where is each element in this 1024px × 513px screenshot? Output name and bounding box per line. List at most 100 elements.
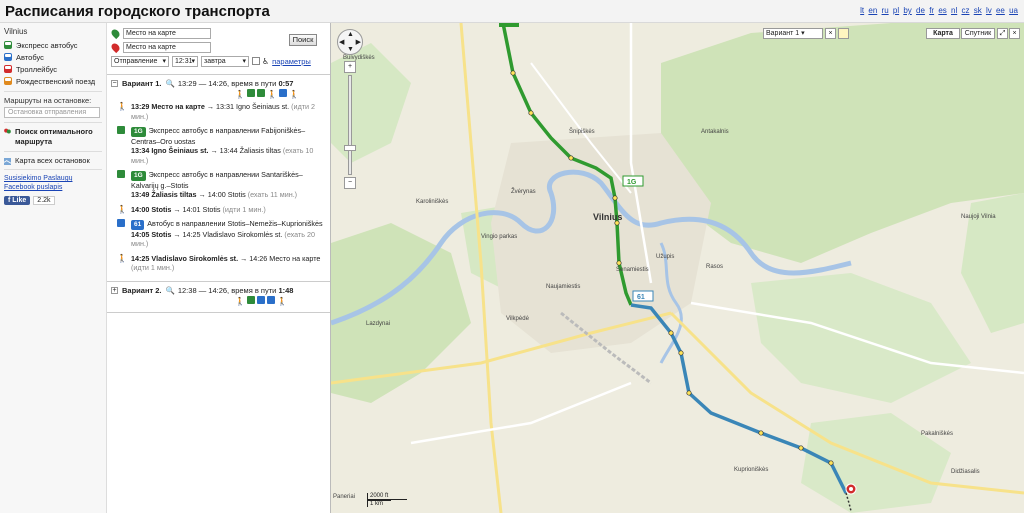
end-point-marker[interactable] (845, 483, 857, 495)
variant-name: Вариант 2. (122, 285, 162, 295)
lang-link[interactable]: de (916, 6, 925, 15)
trolleybus-icon (4, 65, 12, 73)
route-panel: Место на карте Место на карте Поиск Отпр… (107, 23, 331, 513)
zoom-slider[interactable] (348, 75, 352, 175)
lang-link[interactable]: es (938, 6, 946, 15)
mode-label: Автобус (16, 52, 44, 62)
lang-link[interactable]: ee (996, 6, 1005, 15)
close-icon[interactable]: × (1009, 28, 1020, 39)
stop-marker[interactable] (528, 110, 534, 116)
zoom-icon[interactable]: 🔍 (166, 286, 175, 295)
day-select[interactable]: завтра (201, 55, 249, 67)
map-type-button[interactable]: Карта (926, 28, 960, 39)
lang-link[interactable]: ua (1009, 6, 1018, 15)
all-stops-link[interactable]: Карта всех остановок (4, 156, 102, 165)
mode-trolleybus[interactable]: Троллейбус (4, 63, 102, 75)
zoom-out-button[interactable]: − (344, 177, 356, 189)
divider (4, 91, 102, 92)
city-name[interactable]: Vilnius (4, 27, 102, 36)
zoom-in-button[interactable]: + (344, 61, 356, 73)
stop-marker[interactable] (668, 330, 674, 336)
lang-link[interactable]: en (868, 6, 877, 15)
lang-link[interactable]: lv (986, 6, 992, 15)
map-label: Vilkpėdė (506, 316, 530, 322)
variant-select[interactable]: Вариант 1 ▾ (763, 28, 823, 39)
walk-icon: 🚶 (235, 90, 245, 99)
accessibility-checkbox[interactable] (252, 57, 260, 65)
lang-link[interactable]: pl (893, 6, 899, 15)
footer-link[interactable]: Susisiekimo Paslaugų (4, 174, 102, 183)
mode-christmas-train[interactable]: Рождественский поезд (4, 75, 102, 87)
all-stops-label: Карта всех остановок (15, 156, 90, 165)
mode-express-bus[interactable]: Экспресс автобус (4, 39, 102, 51)
pan-control[interactable]: ▲ ◀ ▶ ▼ (337, 29, 363, 55)
route-tag[interactable]: 61 (131, 220, 145, 230)
variant-summary: 13:29 — 14:26, время в пути (177, 79, 277, 88)
step-ride: 13:49 Žaliasis tiltas (131, 190, 197, 199)
search-form: Место на карте Место на карте Поиск Отпр… (107, 23, 330, 75)
route-61-bubble[interactable]: 61 (632, 290, 654, 302)
lang-link[interactable]: sk (974, 6, 982, 15)
step-ride: 13:34 Igno Šeiniaus st. (131, 146, 209, 155)
stop-marker[interactable] (568, 155, 574, 161)
footer-link[interactable]: Facebook puslapis (4, 183, 102, 192)
zoom-icon[interactable]: 🔍 (166, 79, 175, 88)
step-from: Vladislavo Sirokomlės st. (151, 253, 239, 263)
stop-marker[interactable] (828, 460, 834, 466)
stop-marker[interactable] (510, 70, 516, 76)
map-canvas[interactable]: 1G 61 Vilnius Šnipiškės Žvėrynas Karolin… (331, 23, 1024, 513)
zoom-slider-handle[interactable] (344, 145, 356, 151)
route-1g-bubble[interactable]: 1G (622, 175, 644, 187)
from-input[interactable]: Место на карте (123, 27, 211, 39)
step-body: 1G Экспресс автобус в направлении Fabijon… (131, 126, 326, 165)
variant-header[interactable]: + Вариант 2. 🔍 12:38 — 14:26, время в пу… (111, 285, 326, 296)
time-input[interactable]: 12:31 (172, 55, 198, 67)
stop-marker[interactable] (616, 260, 622, 266)
stop-marker[interactable] (612, 195, 618, 201)
to-input[interactable]: Место на карте (123, 41, 211, 53)
optimal-route-label: Поиск оптимального маршрута (15, 127, 93, 146)
like-label: Like (12, 197, 27, 204)
optimal-route-link[interactable]: Поиск оптимального маршрута (4, 127, 102, 147)
collapse-toggle[interactable]: − (111, 80, 118, 87)
map-label: Pakalniškės (921, 431, 953, 437)
scale-ft: 2000 ft (367, 493, 407, 500)
map-label: Naujoji Vilnia (961, 214, 996, 220)
params-link[interactable]: параметры (272, 57, 311, 66)
start-point-marker[interactable] (499, 23, 519, 27)
pan-left-icon[interactable]: ◀ (339, 38, 344, 46)
lang-link[interactable]: by (903, 6, 911, 15)
map-view[interactable]: 1G 61 Vilnius Šnipiškės Žvėrynas Karolin… (331, 23, 1024, 513)
stop-marker[interactable] (758, 430, 764, 436)
pan-up-icon[interactable]: ▲ (347, 31, 354, 38)
variant-header[interactable]: − Вариант 1. 🔍 13:29 — 14:26, время в пу… (111, 78, 326, 89)
lang-link[interactable]: ru (882, 6, 889, 15)
lang-link[interactable]: fr (929, 6, 934, 15)
start-pin-icon (109, 27, 122, 39)
pan-down-icon[interactable]: ▼ (347, 46, 354, 53)
expand-toggle[interactable]: + (111, 286, 118, 294)
step-body: 13:29 Место на карте → 13:31 Igno Šeinia… (131, 102, 326, 121)
stop-input[interactable]: Остановка отправления (4, 107, 100, 118)
stop-marker[interactable] (798, 445, 804, 451)
lang-link[interactable]: nl (951, 6, 957, 15)
step-to: → 13:31 Igno Šeiniaus st. (206, 102, 290, 111)
search-button[interactable]: Поиск (289, 34, 317, 46)
satellite-button[interactable]: Спутник (961, 28, 995, 39)
lang-link[interactable]: cz (961, 6, 969, 15)
like-button[interactable]: f Like (4, 196, 31, 205)
stop-marker[interactable] (678, 350, 684, 356)
map-label: Žvėrynas (511, 187, 536, 195)
mode-bus[interactable]: Автобус (4, 51, 102, 63)
route-tag[interactable]: 1G (131, 127, 146, 137)
pan-right-icon[interactable]: ▶ (356, 38, 361, 46)
map-label: Karoliniškės (416, 199, 448, 205)
step-direction: Экспресс автобус в направлении Santarišk… (131, 170, 303, 190)
lang-link[interactable]: lt (860, 6, 864, 15)
route-tag[interactable]: 1G (131, 171, 146, 181)
close-variant-button[interactable]: × (825, 28, 836, 39)
departure-select[interactable]: Отправление (111, 55, 169, 67)
settings-icon[interactable] (838, 28, 849, 39)
fullscreen-icon[interactable]: ⤢ (997, 28, 1008, 39)
stop-marker[interactable] (686, 390, 692, 396)
